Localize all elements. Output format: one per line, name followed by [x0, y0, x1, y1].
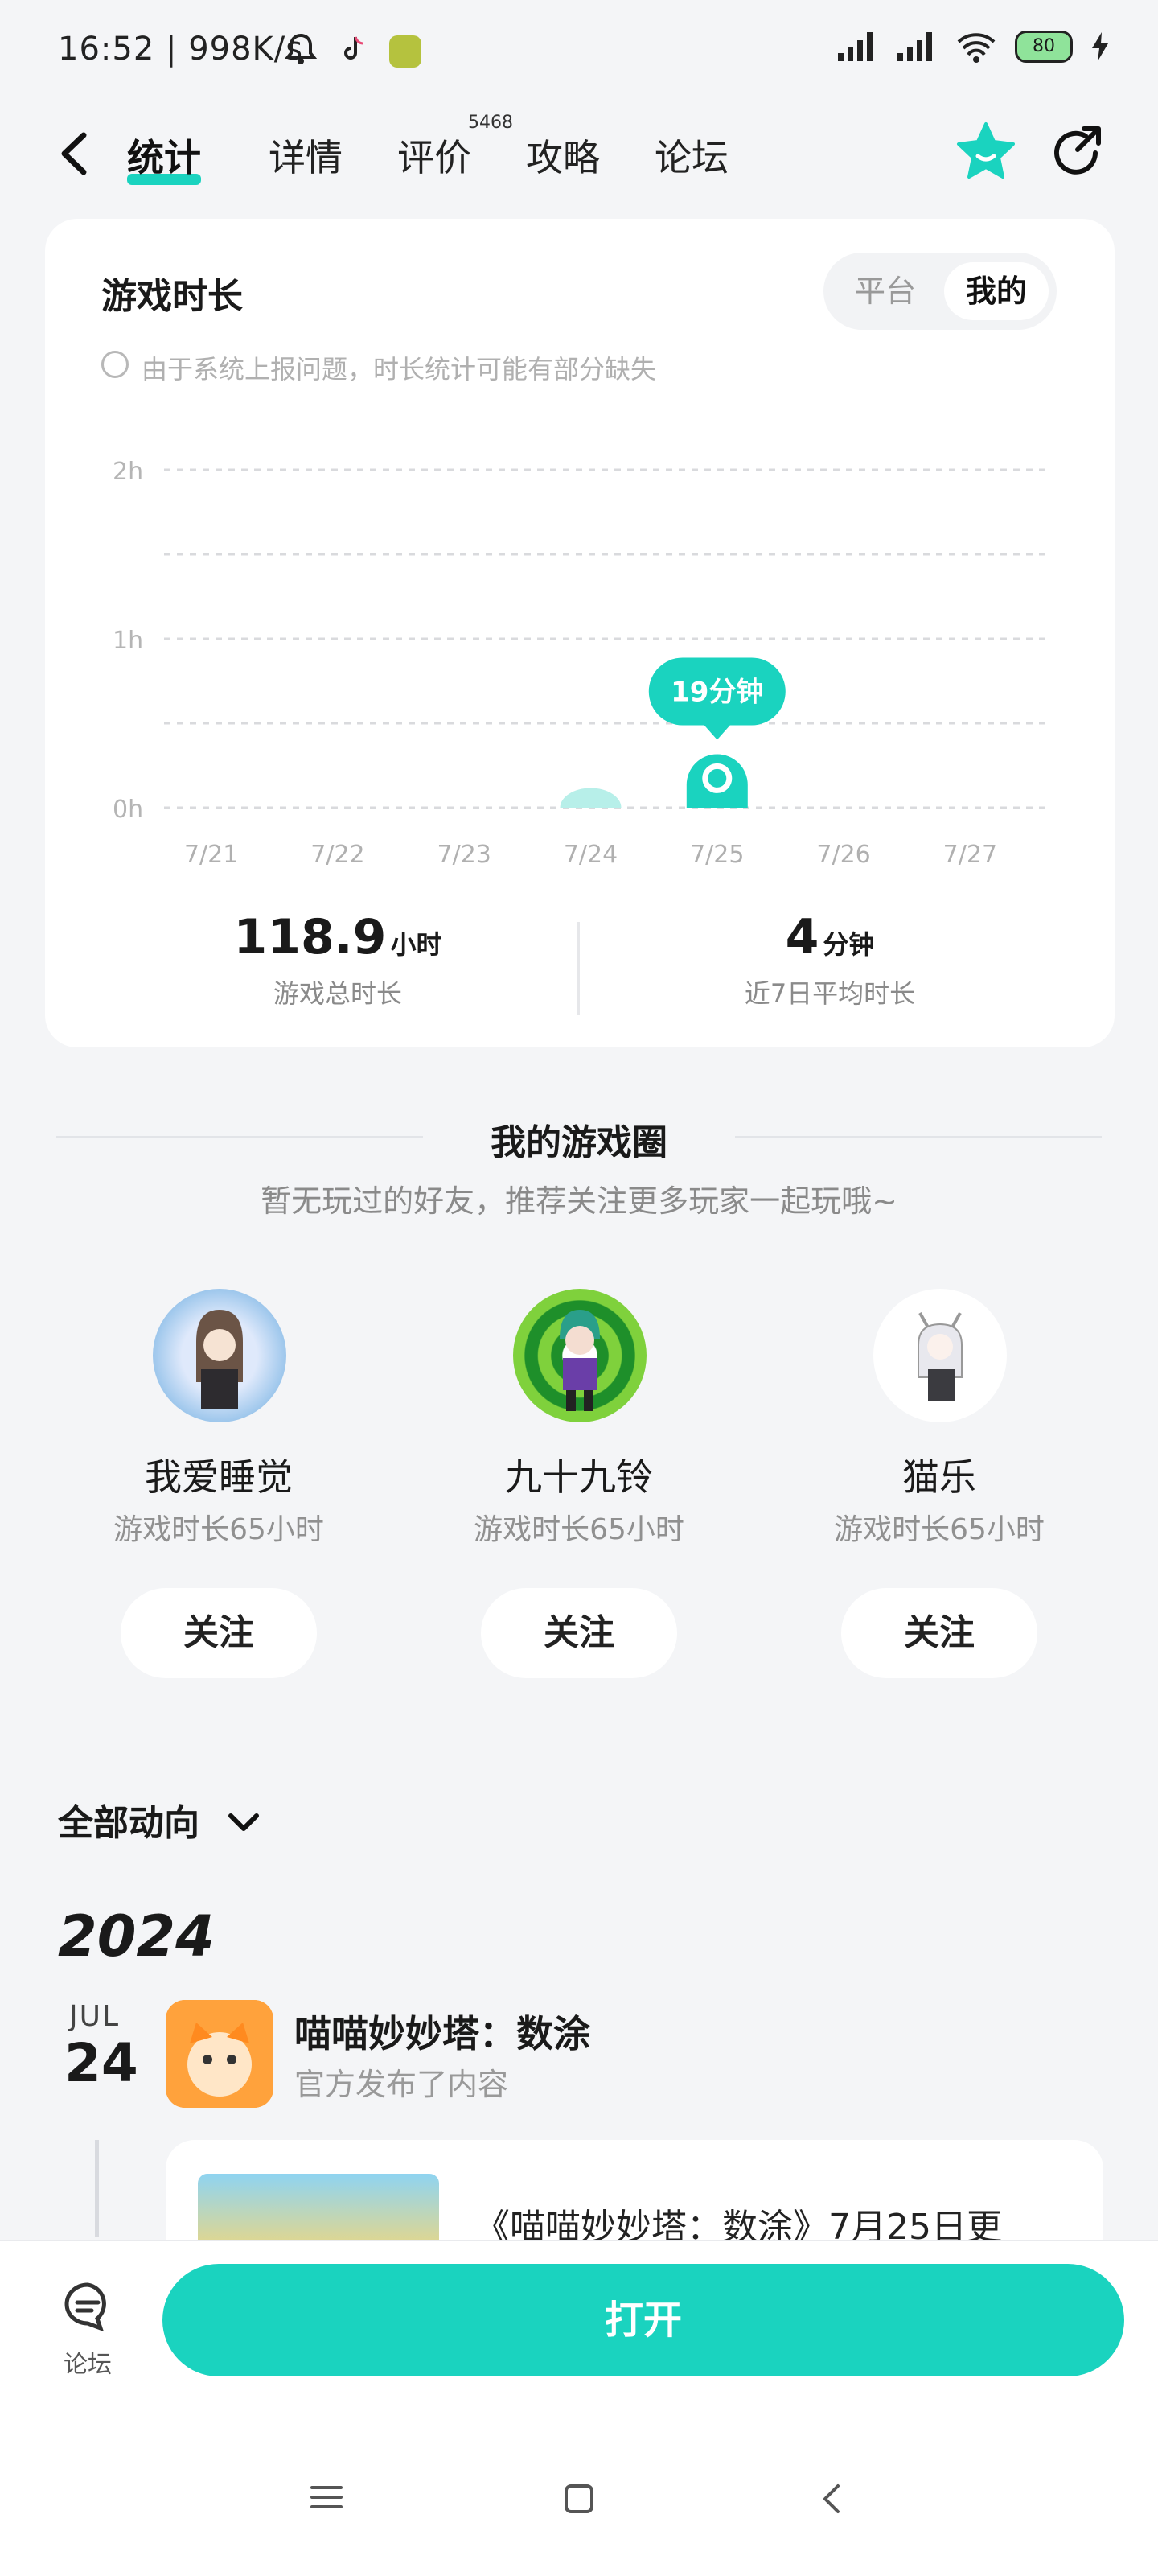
share-button[interactable]	[1045, 122, 1107, 187]
bell-icon	[283, 31, 318, 69]
post-type: 官方发布了内容	[294, 2067, 509, 2102]
chart-tooltip-label: 19分钟	[671, 677, 763, 709]
forum-label: 论坛	[64, 2351, 112, 2379]
friend-playtime: 游戏时长65小时	[834, 1513, 1045, 1546]
game-title[interactable]: 喵喵妙妙塔：数涂	[294, 2005, 590, 2058]
tab-reviews[interactable]: 评价	[397, 129, 471, 182]
bottom-action-bar: 论坛 打开	[0, 2240, 1158, 2576]
star-icon	[957, 122, 1015, 179]
menu-nav-icon[interactable]	[309, 2483, 344, 2515]
y-tick-label: 1h	[113, 627, 143, 655]
stat-divider	[577, 922, 580, 1015]
info-icon	[101, 351, 129, 378]
x-tick-label: 7/27	[943, 841, 997, 869]
timeline-line	[95, 2140, 99, 2237]
forum-chat-icon	[64, 2282, 106, 2332]
status-time: 16:52 | 998K/s	[58, 31, 304, 68]
activity-filter[interactable]: 全部动向	[58, 1794, 261, 1846]
wifi-icon	[957, 33, 996, 63]
x-tick-label: 7/24	[564, 841, 618, 869]
forum-button[interactable]	[60, 2278, 116, 2338]
friend-playtime: 游戏时长65小时	[474, 1513, 684, 1546]
section-divider-right	[735, 1136, 1102, 1138]
x-tick-label: 7/25	[690, 841, 744, 869]
chart-tooltip-pointer	[704, 725, 730, 740]
feed-day: 24	[64, 2032, 138, 2094]
x-tick-label: 7/22	[310, 841, 364, 869]
chart-bar	[560, 788, 622, 808]
back-nav-icon[interactable]	[820, 2483, 844, 2518]
share-icon	[1054, 126, 1101, 175]
back-arrow-icon	[61, 132, 87, 175]
follow-button[interactable]: 关注	[121, 1588, 317, 1678]
circle-title: 我的游戏圈	[491, 1122, 667, 1163]
open-game-button[interactable]: 打开	[162, 2264, 1124, 2376]
tab-stats[interactable]: 统计	[127, 129, 201, 185]
chart-bar	[686, 754, 748, 808]
friend-name: 我爱睡觉	[145, 1455, 293, 1499]
friend-name: 九十九铃	[505, 1455, 653, 1499]
follow-button[interactable]: 关注	[481, 1588, 677, 1678]
x-tick-label: 7/21	[184, 841, 238, 869]
chevron-down-icon	[228, 1813, 260, 1831]
signal-icon	[838, 32, 873, 61]
charging-icon	[1092, 32, 1108, 61]
tab-guides[interactable]: 攻略	[526, 129, 600, 182]
signal-icon-2	[897, 32, 932, 61]
playtime-chart: 0h 1h 2h 7/21 7/22 7/23 7/24 7/25 19分钟 7/26 7/27	[113, 458, 1049, 869]
home-nav-icon[interactable]	[563, 2483, 595, 2518]
avg-playtime-label: 近7日平均时长	[744, 978, 916, 1009]
status-bar: 16:52 | 998K/s 80	[0, 0, 1158, 105]
review-count-badge: 5468	[468, 113, 513, 133]
avatar[interactable]	[513, 1289, 647, 1422]
game-icon[interactable]	[166, 2000, 273, 2108]
section-divider-left	[56, 1136, 423, 1138]
data-notice: 由于系统上报问题，时长统计可能有部分缺失	[142, 354, 657, 385]
total-playtime-label: 游戏总时长	[273, 978, 402, 1009]
battery-icon: 80	[1015, 31, 1073, 63]
toggle-mine[interactable]: 我的	[944, 262, 1049, 320]
feed-month: JUL	[69, 2000, 121, 2033]
feed-year: 2024	[58, 1903, 215, 1969]
y-tick-label: 0h	[113, 796, 143, 824]
follow-button[interactable]: 关注	[841, 1588, 1037, 1678]
friend-name: 猫乐	[902, 1455, 976, 1499]
y-tick-label: 2h	[113, 458, 143, 486]
x-tick-label: 7/23	[437, 841, 491, 869]
app-notification-icon	[389, 35, 421, 68]
avg-playtime: 4 分钟	[785, 909, 875, 965]
tiktok-icon	[338, 32, 370, 68]
playtime-title: 游戏时长	[101, 276, 243, 317]
avatar[interactable]	[153, 1289, 286, 1422]
top-nav: 统计 详情 评价 5468 攻略 论坛	[0, 105, 1158, 201]
favorite-button[interactable]	[954, 121, 1018, 188]
tab-details[interactable]: 详情	[269, 129, 343, 182]
toggle-platform[interactable]: 平台	[833, 262, 938, 320]
x-tick-label: 7/26	[816, 841, 870, 869]
back-button[interactable]	[51, 126, 100, 185]
total-playtime: 118.9 小时	[233, 909, 442, 965]
system-icons: 80	[836, 29, 1110, 64]
tab-forum[interactable]: 论坛	[655, 129, 729, 182]
circle-subtitle: 暂无玩过的好友，推荐关注更多玩家一起玩哦~	[261, 1183, 897, 1219]
friend-playtime: 游戏时长65小时	[113, 1513, 324, 1546]
avatar[interactable]	[873, 1289, 1007, 1422]
platform-toggle: 平台 我的	[823, 253, 1057, 330]
